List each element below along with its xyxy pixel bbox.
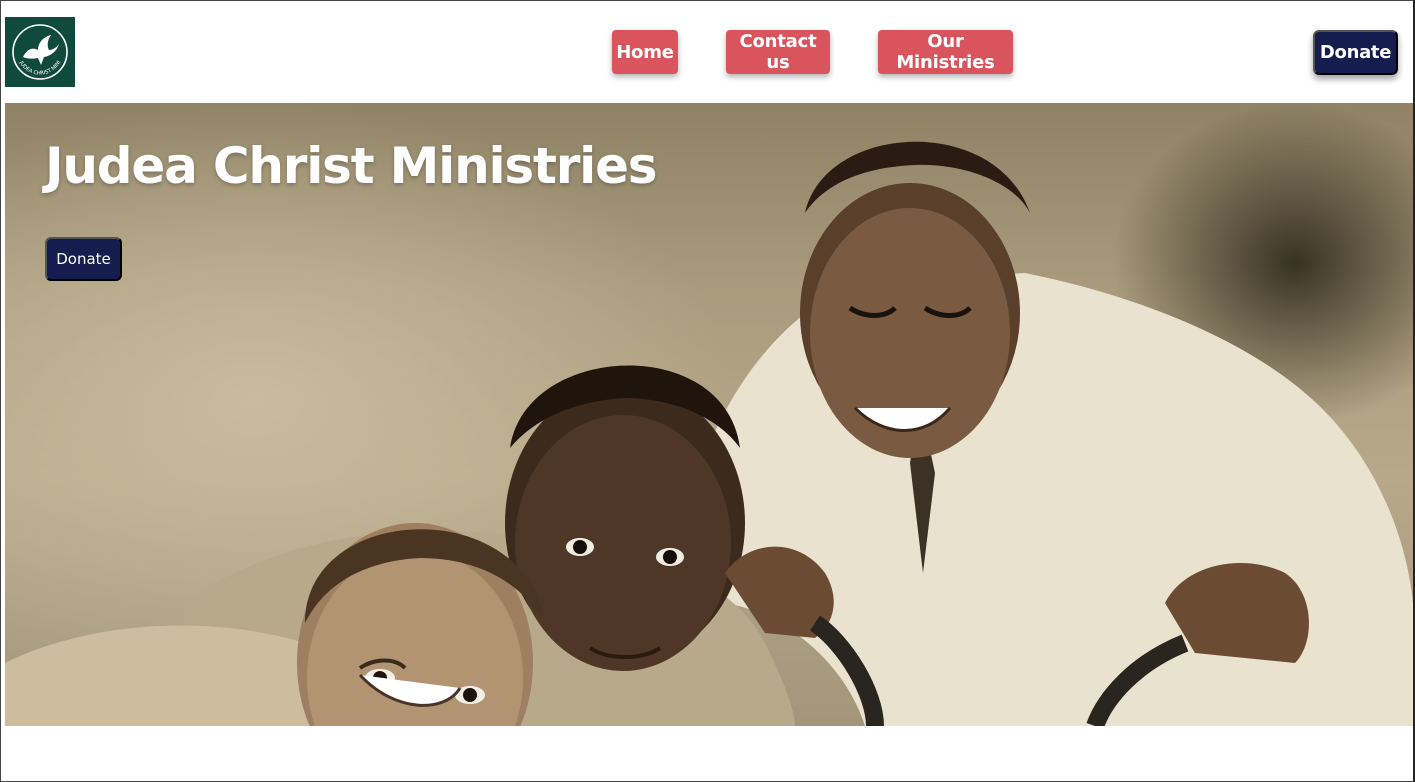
nav-contact-us-button[interactable]: Contact us: [726, 30, 830, 74]
dove-icon: JUDEA CHRIST MINISTRIES: [5, 17, 68, 80]
nav-home-button[interactable]: Home: [612, 30, 678, 74]
hero-photo: [5, 141, 1413, 726]
hero-banner: Judea Christ Ministries Donate: [5, 103, 1413, 726]
site-logo[interactable]: JUDEA CHRIST MINISTRIES: [5, 17, 75, 87]
nav-our-ministries-button[interactable]: Our Ministries: [878, 30, 1013, 74]
hero-donate-button[interactable]: Donate: [45, 237, 122, 281]
header-donate-button[interactable]: Donate: [1313, 30, 1398, 75]
hero-title: Judea Christ Ministries: [45, 137, 658, 195]
